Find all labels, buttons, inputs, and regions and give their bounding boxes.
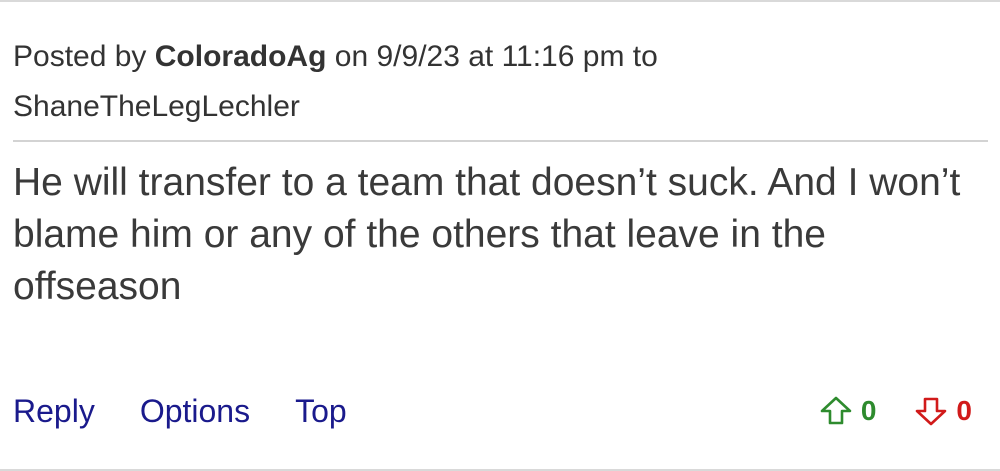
downvote-button[interactable]: 0 [914,395,972,427]
to-connector: to [632,40,658,73]
vote-controls: 0 0 [819,388,972,434]
thumb-down-arrow-icon [916,397,947,426]
post-body: He will transfer to a team that doesn’t … [13,161,961,308]
top-link[interactable]: Top [295,393,347,430]
post-actions: Reply Options Top [13,388,392,434]
posted-by-label: Posted by [13,40,147,73]
forum-post: Posted by ColoradoAg on 9/9/23 at 11:16 … [0,0,1000,471]
upvote-count: 0 [860,395,877,426]
post-datetime: 9/9/23 at 11:16 pm [376,40,625,73]
reply-to-user[interactable]: ShaneTheLegLechler [13,90,300,123]
post-header: Posted by ColoradoAg on 9/9/23 at 11:16 … [13,32,973,132]
header-divider [13,140,988,142]
thumb-up-arrow-icon [820,396,852,425]
top-divider [0,0,1000,2]
options-link[interactable]: Options [140,393,250,430]
author-name[interactable]: ColoradoAg [155,40,327,73]
downvote-count: 0 [956,395,972,426]
reply-link[interactable]: Reply [13,393,95,430]
upvote-button[interactable]: 0 [819,395,877,427]
date-connector: on [334,40,369,73]
